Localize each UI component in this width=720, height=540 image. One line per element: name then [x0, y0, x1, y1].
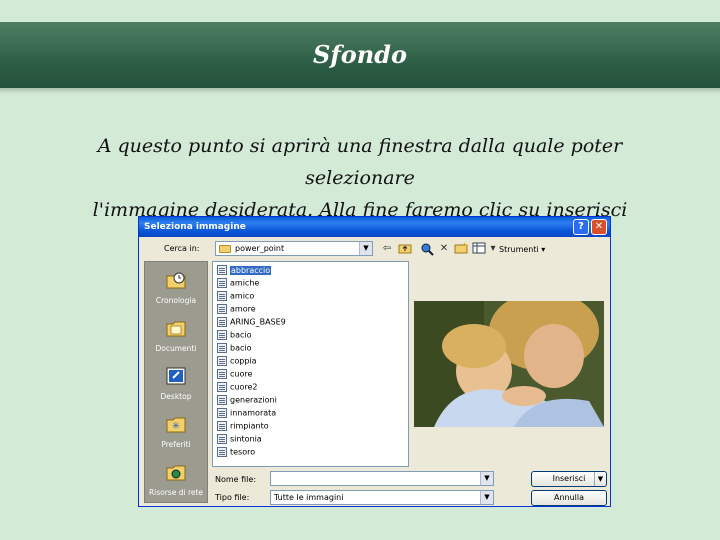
image-preview: [414, 301, 604, 427]
dialog-title: Seleziona immagine: [144, 222, 246, 232]
image-file-icon: [217, 343, 227, 353]
place-label-network: Risorse di rete: [148, 488, 204, 497]
chevron-down-icon[interactable]: ▼: [480, 472, 493, 485]
look-in-value: power_point: [235, 244, 285, 253]
place-label-favorites: Preferiti: [161, 440, 191, 449]
list-item[interactable]: rimpianto: [217, 421, 269, 433]
list-item[interactable]: tesoro: [217, 447, 255, 459]
look-in-label: Cerca in:: [164, 244, 200, 253]
insert-options-chevron-icon[interactable]: ▼: [594, 472, 606, 486]
place-label-desktop: Desktop: [160, 392, 192, 401]
title-bar-shadow: [0, 88, 720, 94]
chevron-down-icon[interactable]: ▼: [480, 491, 493, 504]
favorites-icon: ✳: [165, 414, 187, 434]
image-file-icon: [217, 382, 227, 392]
insert-button-label: Inserisci: [552, 474, 586, 483]
list-item[interactable]: generazioni: [217, 395, 277, 407]
list-item[interactable]: bacio: [217, 330, 252, 342]
folder-icon: [219, 245, 231, 253]
file-name-input[interactable]: ▼: [270, 471, 494, 486]
list-item[interactable]: cuore: [217, 369, 252, 381]
my-documents-icon: [165, 318, 187, 338]
list-item[interactable]: coppia: [217, 356, 257, 368]
select-picture-dialog: Seleziona immagine ? ✕ Cerca in: power_p…: [138, 216, 611, 507]
history-icon: [165, 270, 187, 290]
image-file-icon: [217, 330, 227, 340]
slide-background: Sfondo A questo punto si aprirà una fine…: [0, 0, 720, 540]
network-places-icon: [165, 462, 187, 482]
search-web-icon[interactable]: [420, 242, 434, 256]
delete-icon[interactable]: ✕: [437, 242, 451, 256]
place-documents[interactable]: Documenti: [145, 314, 207, 360]
image-file-icon: [217, 278, 227, 288]
list-item[interactable]: amore: [217, 304, 256, 316]
place-desktop[interactable]: Desktop: [145, 362, 207, 408]
place-history[interactable]: Cronologia: [145, 266, 207, 312]
list-item[interactable]: amico: [217, 291, 254, 303]
insert-button[interactable]: Inserisci ▼: [531, 471, 607, 487]
image-file-icon: [217, 356, 227, 366]
place-favorites[interactable]: ✳ Preferiti: [145, 410, 207, 456]
views-icon[interactable]: [472, 242, 486, 256]
up-folder-icon[interactable]: [398, 242, 412, 256]
file-type-label: Tipo file:: [215, 493, 250, 502]
file-type-select[interactable]: Tutte le immagini ▼: [270, 490, 494, 505]
tools-menu[interactable]: Strumenti ▾: [499, 245, 545, 254]
list-item[interactable]: bacio: [217, 343, 252, 355]
image-file-icon: [217, 447, 227, 457]
help-button[interactable]: ?: [573, 219, 589, 235]
list-item[interactable]: abbraccio: [217, 265, 272, 277]
list-item[interactable]: sintonia: [217, 434, 262, 446]
look-in-combo[interactable]: power_point ▼: [215, 241, 373, 256]
image-file-icon: [217, 395, 227, 405]
list-item[interactable]: cuore2: [217, 382, 258, 394]
file-list[interactable]: abbraccio amiche amico amore ARING_BASE9…: [212, 261, 409, 467]
list-item[interactable]: innamorata: [217, 408, 276, 420]
chevron-down-icon[interactable]: ▼: [359, 242, 372, 255]
place-label-history: Cronologia: [155, 296, 197, 305]
close-button[interactable]: ✕: [591, 219, 607, 235]
list-item[interactable]: ARING_BASE9: [217, 317, 286, 329]
slide-title: Sfondo: [313, 40, 407, 69]
image-file-icon: [217, 408, 227, 418]
subtitle-line-1: A questo punto si aprirà una finestra da…: [97, 135, 623, 189]
image-file-icon: [217, 265, 227, 275]
new-folder-icon[interactable]: [454, 242, 468, 256]
desktop-icon: [165, 366, 187, 386]
file-type-value: Tutte le immagini: [274, 493, 344, 502]
image-file-icon: [217, 434, 227, 444]
slide-subtitle: A questo punto si aprirà una finestra da…: [40, 130, 680, 226]
place-label-documents: Documenti: [155, 344, 197, 353]
cancel-button[interactable]: Annulla: [531, 490, 607, 506]
place-network[interactable]: Risorse di rete: [145, 458, 207, 504]
file-name-label: Nome file:: [215, 475, 257, 484]
back-icon[interactable]: ⇦: [380, 242, 394, 256]
image-file-icon: [217, 291, 227, 301]
image-file-icon: [217, 369, 227, 379]
places-bar: Cronologia Documenti Desktop ✳ Preferiti: [144, 261, 208, 503]
image-file-icon: [217, 317, 227, 327]
svg-text:✳: ✳: [172, 421, 180, 432]
dialog-title-bar[interactable]: Seleziona immagine ? ✕: [139, 217, 610, 237]
list-item[interactable]: amiche: [217, 278, 259, 290]
image-file-icon: [217, 421, 227, 431]
image-file-icon: [217, 304, 227, 314]
views-dropdown-icon[interactable]: ▾: [486, 242, 500, 256]
